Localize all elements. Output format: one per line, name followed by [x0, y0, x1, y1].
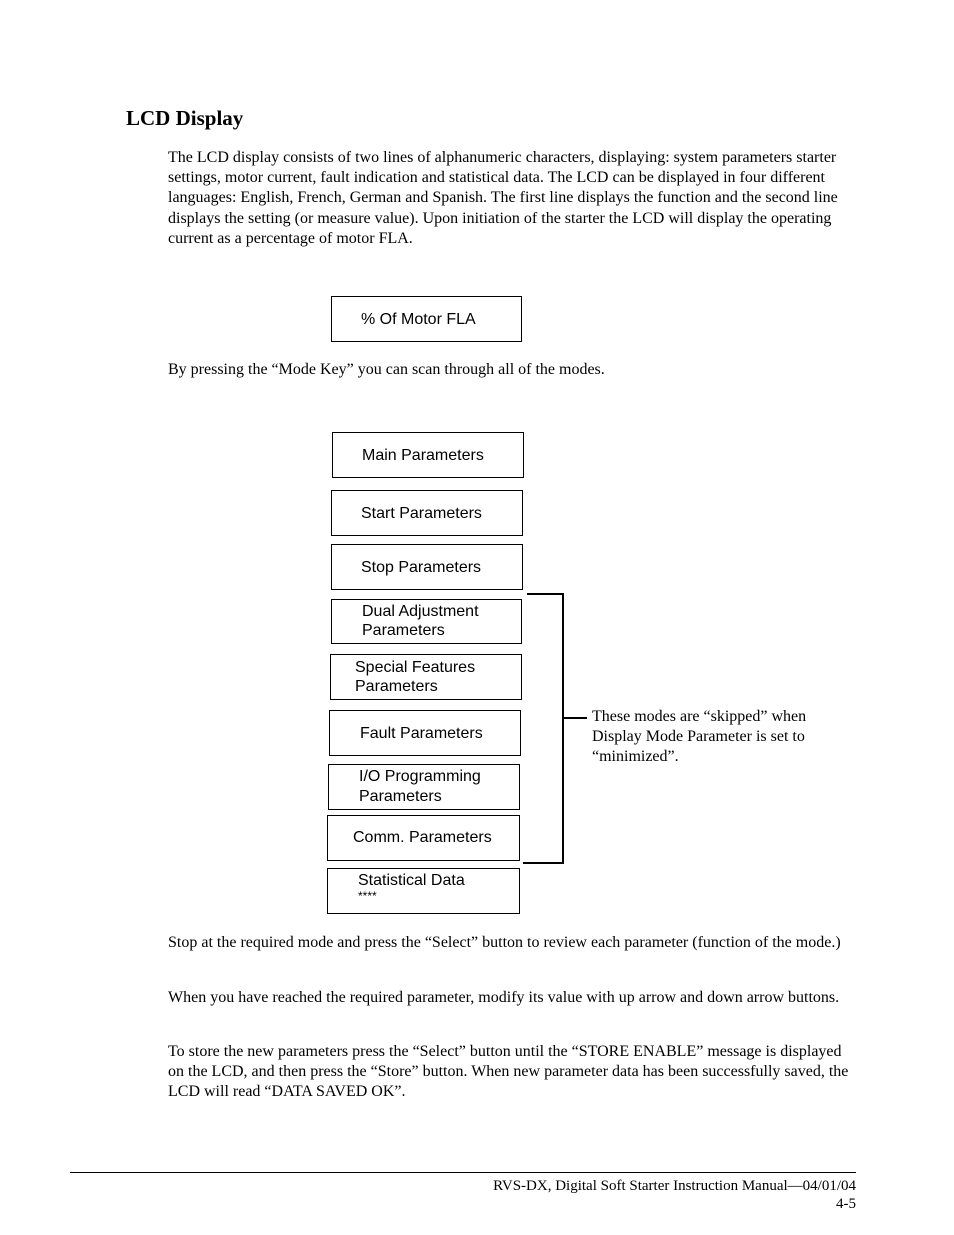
mode-label-line2: ****	[358, 889, 377, 903]
mode-box-comm-parameters: Comm. Parameters	[327, 815, 520, 861]
mode-box-statistical-data: Statistical Data ****	[327, 868, 520, 914]
store-paragraph: To store the new parameters press the “S…	[168, 1043, 849, 1101]
page-number: 4-5	[836, 1196, 856, 1212]
modify-paragraph: When you have reached the required param…	[168, 989, 840, 1006]
mode-box-start-parameters: Start Parameters	[331, 490, 523, 536]
mode-label: Main Parameters	[362, 447, 484, 464]
bracket-top-arm	[527, 593, 564, 595]
mode-label: Comm. Parameters	[353, 829, 492, 846]
mode-label-line2: Parameters	[362, 622, 445, 639]
mode-label-line2: Parameters	[359, 788, 442, 805]
mode-box-io-programming: I/O Programming Parameters	[328, 764, 520, 810]
bracket-note: These modes are “skipped” when Display M…	[592, 708, 807, 765]
mode-label-line1: Special Features	[355, 659, 476, 676]
mode-box-special-features: Special Features Parameters	[330, 654, 522, 700]
bracket-vertical	[562, 593, 564, 863]
lcd-initial-label: % Of Motor FLA	[361, 311, 476, 328]
mode-box-fault-parameters: Fault Parameters	[329, 710, 521, 756]
bracket-pointer	[563, 717, 587, 719]
mode-label-line1: I/O Programming	[359, 768, 481, 785]
footer-divider	[70, 1172, 856, 1173]
section-heading: LCD Display	[126, 106, 244, 130]
mode-label: Stop Parameters	[361, 559, 482, 576]
mode-box-stop-parameters: Stop Parameters	[331, 544, 523, 590]
mode-label: Start Parameters	[361, 505, 482, 522]
mode-box-dual-adjustment: Dual Adjustment Parameters	[331, 599, 522, 644]
mode-label-line2: Parameters	[355, 678, 438, 695]
bracket-bottom-arm	[523, 862, 564, 864]
intro-paragraph: The LCD display consists of two lines of…	[168, 149, 838, 247]
mode-label: Fault Parameters	[360, 725, 483, 742]
mode-label-line1: Statistical Data	[358, 872, 465, 889]
mode-label-line1: Dual Adjustment	[362, 603, 479, 620]
mode-box-main-parameters: Main Parameters	[332, 432, 524, 478]
select-paragraph: Stop at the required mode and press the …	[168, 934, 841, 951]
lcd-initial-display: % Of Motor FLA	[331, 296, 522, 342]
footer-title: RVS-DX, Digital Soft Starter Instruction…	[493, 1178, 856, 1194]
mode-key-paragraph: By pressing the “Mode Key” you can scan …	[168, 361, 605, 378]
